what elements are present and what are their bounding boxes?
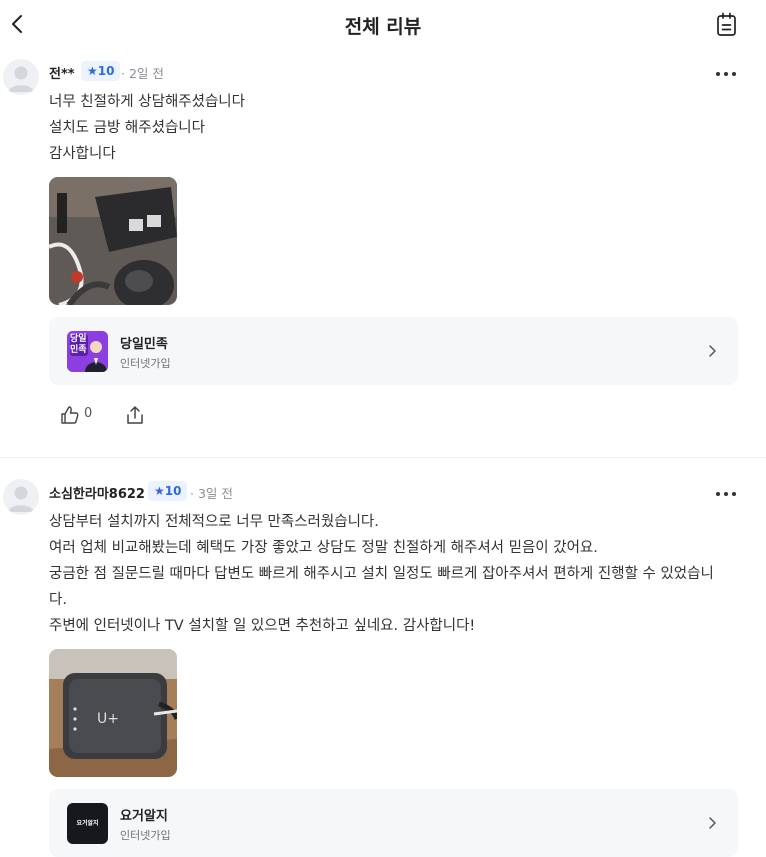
product-logo-text: 당일 bbox=[70, 334, 87, 344]
thumbs-up-icon bbox=[61, 406, 79, 424]
review-divider bbox=[0, 457, 766, 458]
user-icon bbox=[8, 486, 34, 512]
review-text-line: 너무 친절하게 상담해주셨습니다 bbox=[49, 94, 245, 110]
product-card[interactable]: 당일 민족 당일민족 인터넷가입 bbox=[49, 317, 738, 385]
product-category: 인터넷가입 bbox=[120, 357, 171, 370]
calendar-list-icon bbox=[717, 12, 736, 36]
avatar bbox=[3, 479, 39, 515]
product-name: 요거알지 bbox=[120, 809, 168, 824]
avatar bbox=[3, 59, 39, 95]
more-dots-icon bbox=[716, 492, 736, 496]
svg-text:U+: U+ bbox=[97, 711, 119, 727]
router-photo-image bbox=[49, 177, 177, 305]
user-icon bbox=[8, 66, 34, 92]
product-name: 당일민족 bbox=[120, 337, 168, 352]
more-options-button[interactable] bbox=[714, 65, 738, 77]
share-icon bbox=[127, 406, 143, 424]
review-list-button[interactable] bbox=[714, 11, 740, 39]
star-icon: ★ bbox=[87, 64, 98, 78]
rating-badge: ★10 bbox=[81, 61, 121, 81]
header: 전체 리뷰 bbox=[0, 0, 766, 50]
like-count: 0 bbox=[84, 406, 93, 421]
page-title: 전체 리뷰 bbox=[344, 16, 422, 38]
review-date: · 3일 전 bbox=[190, 486, 233, 501]
review-text-line: 다. bbox=[49, 592, 67, 608]
review-text-line: 여러 업체 비교해봤는데 혜택도 가장 좋았고 상담도 정말 친절하게 해주셔서… bbox=[49, 540, 598, 556]
review-text-line: 상담부터 설치까지 전체적으로 너무 만족스러웠습니다. bbox=[49, 514, 379, 530]
more-options-button[interactable] bbox=[714, 485, 738, 497]
review-photo[interactable]: U+ bbox=[49, 649, 177, 777]
product-card[interactable]: 요거알지 요거알지 인터넷가입 bbox=[49, 789, 738, 857]
review-text-line: 감사합니다 bbox=[49, 146, 116, 162]
review-photo[interactable] bbox=[49, 177, 177, 305]
router-photo-image: U+ bbox=[49, 649, 177, 777]
like-button[interactable]: 0 bbox=[60, 404, 100, 426]
rating-badge: ★10 bbox=[148, 481, 188, 501]
product-logo: 당일 민족 bbox=[67, 331, 108, 372]
review-date: · 2일 전 bbox=[121, 66, 164, 81]
more-dots-icon bbox=[716, 72, 736, 76]
product-logo-text: 요거알지 bbox=[76, 820, 99, 827]
review-author: 소심한라마8622 bbox=[49, 487, 145, 502]
review-text-line: 설치도 금방 해주셨습니다 bbox=[49, 120, 205, 136]
review-text-line: 주변에 인터넷이나 TV 설치할 일 있으면 추천하고 싶네요. 감사합니다! bbox=[49, 618, 476, 634]
product-logo-text: 민족 bbox=[70, 345, 87, 355]
share-button[interactable] bbox=[124, 404, 146, 426]
product-category: 인터넷가입 bbox=[120, 829, 171, 842]
product-logo: 요거알지 bbox=[67, 803, 108, 844]
star-icon: ★ bbox=[154, 484, 165, 498]
review-text-line: 궁금한 점 질문드릴 때마다 답변도 빠르게 해주시고 설치 일정도 빠르게 잡… bbox=[49, 566, 714, 582]
chevron-right-icon bbox=[709, 345, 716, 357]
chevron-right-icon bbox=[709, 817, 716, 829]
review-author: 전** bbox=[49, 67, 75, 82]
